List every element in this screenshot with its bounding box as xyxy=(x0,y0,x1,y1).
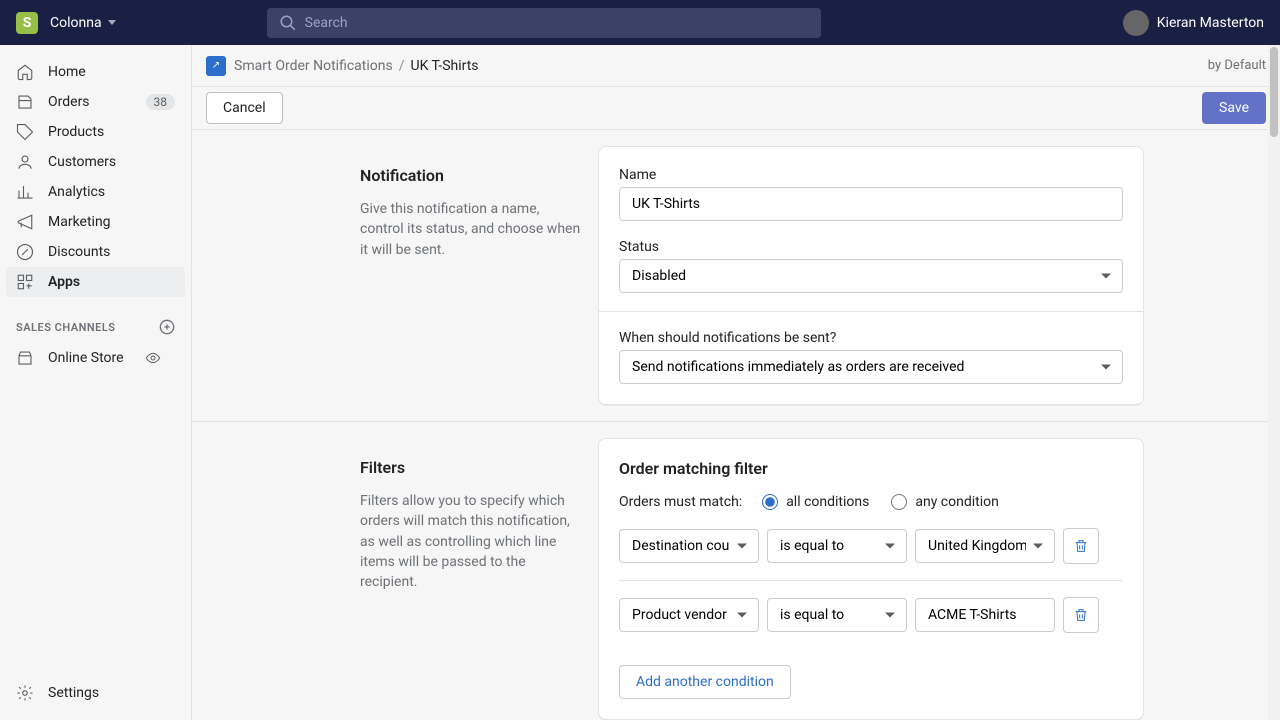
filters-card: Order matching filter Orders must match:… xyxy=(598,438,1144,720)
radio-all-conditions[interactable]: all conditions xyxy=(762,494,869,510)
notification-heading: Notification xyxy=(360,166,582,185)
sidebar-item-settings[interactable]: Settings xyxy=(6,678,185,708)
sidebar-item-label: Home xyxy=(48,64,86,80)
user-menu[interactable]: Kieran Masterton xyxy=(1123,10,1264,36)
add-channel-icon[interactable] xyxy=(159,319,175,335)
breadcrumb-app[interactable]: Smart Order Notifications xyxy=(234,58,393,74)
condition-value-select[interactable]: United Kingdom xyxy=(915,529,1055,563)
status-label: Status xyxy=(619,239,1123,255)
orders-badge: 38 xyxy=(146,94,176,110)
condition-row: Product vendor is equal to xyxy=(619,580,1123,649)
main-content: Smart Order Notifications / UK T-Shirts … xyxy=(192,45,1280,720)
breadcrumb: Smart Order Notifications / UK T-Shirts … xyxy=(192,45,1280,87)
sidebar-item-customers[interactable]: Customers xyxy=(6,147,185,177)
condition-row: Destination country is equal to United K… xyxy=(619,528,1123,580)
breadcrumb-separator: / xyxy=(399,58,405,74)
condition-value-input[interactable] xyxy=(915,598,1055,632)
sidebar-item-label: Analytics xyxy=(48,184,105,200)
status-select[interactable]: Disabled xyxy=(619,259,1123,293)
tag-icon xyxy=(16,123,34,141)
gear-icon xyxy=(16,684,34,702)
search-input[interactable] xyxy=(305,15,809,31)
sidebar-item-label: Marketing xyxy=(48,214,111,230)
search-icon xyxy=(279,14,297,32)
name-label: Name xyxy=(619,167,1123,183)
megaphone-icon xyxy=(16,213,34,231)
notification-card: Name Status Disabled Whe xyxy=(598,146,1144,405)
breadcrumb-author: by Default xyxy=(1208,58,1266,73)
sidebar-item-label: Apps xyxy=(48,274,80,290)
notification-description: Give this notification a name, control i… xyxy=(360,199,582,260)
trash-icon xyxy=(1073,538,1089,554)
trash-icon xyxy=(1073,607,1089,623)
sidebar: Home Orders 38 Products Customers Analyt… xyxy=(0,45,192,720)
breadcrumb-current: UK T-Shirts xyxy=(411,58,479,74)
discount-icon xyxy=(16,243,34,261)
user-name: Kieran Masterton xyxy=(1157,15,1264,31)
store-icon xyxy=(16,349,34,367)
user-icon xyxy=(16,153,34,171)
condition-op-select[interactable]: is equal to xyxy=(767,598,907,632)
scrollbar[interactable] xyxy=(1268,45,1280,720)
sidebar-item-orders[interactable]: Orders 38 xyxy=(6,87,185,117)
when-select[interactable]: Send notifications immediately as orders… xyxy=(619,350,1123,384)
sidebar-item-label: Online Store xyxy=(48,350,124,366)
sales-channels-header: SALES CHANNELS xyxy=(6,311,185,343)
sidebar-item-home[interactable]: Home xyxy=(6,57,185,87)
name-input[interactable] xyxy=(619,187,1123,221)
app-icon xyxy=(206,56,226,76)
sidebar-item-analytics[interactable]: Analytics xyxy=(6,177,185,207)
must-match-label: Orders must match: xyxy=(619,494,742,510)
avatar xyxy=(1123,10,1149,36)
analytics-icon xyxy=(16,183,34,201)
radio-any-condition[interactable]: any condition xyxy=(891,494,999,510)
sidebar-item-label: Discounts xyxy=(48,244,110,260)
filters-heading: Filters xyxy=(360,458,582,477)
filters-description: Filters allow you to specify which order… xyxy=(360,491,582,592)
condition-field-select[interactable]: Product vendor xyxy=(619,598,759,632)
add-condition-button[interactable]: Add another condition xyxy=(619,665,791,699)
apps-icon xyxy=(16,273,34,291)
sidebar-item-label: Products xyxy=(48,124,104,140)
scrollbar-thumb[interactable] xyxy=(1270,47,1278,137)
search-bar[interactable] xyxy=(267,8,821,38)
sidebar-item-label: Settings xyxy=(48,685,99,701)
delete-condition-button[interactable] xyxy=(1063,597,1099,633)
topbar: Colonna Kieran Masterton xyxy=(0,0,1280,45)
sidebar-item-products[interactable]: Products xyxy=(6,117,185,147)
condition-field-select[interactable]: Destination country xyxy=(619,529,759,563)
save-button[interactable]: Save xyxy=(1202,92,1266,124)
match-heading: Order matching filter xyxy=(619,459,1123,478)
condition-op-select[interactable]: is equal to xyxy=(767,529,907,563)
action-bar: Cancel Save xyxy=(192,87,1280,130)
when-label: When should notifications be sent? xyxy=(619,330,1123,346)
sidebar-item-label: Orders xyxy=(48,94,90,110)
sidebar-item-online-store[interactable]: Online Store xyxy=(6,343,185,373)
shop-name[interactable]: Colonna xyxy=(50,15,102,31)
sidebar-item-apps[interactable]: Apps xyxy=(6,267,185,297)
sidebar-item-label: Customers xyxy=(48,154,116,170)
sidebar-item-discounts[interactable]: Discounts xyxy=(6,237,185,267)
cancel-button[interactable]: Cancel xyxy=(206,92,283,124)
chevron-down-icon[interactable] xyxy=(108,20,116,25)
sidebar-item-marketing[interactable]: Marketing xyxy=(6,207,185,237)
home-icon xyxy=(16,63,34,81)
orders-icon xyxy=(16,93,34,111)
delete-condition-button[interactable] xyxy=(1063,528,1099,564)
eye-icon[interactable] xyxy=(145,350,161,366)
shopify-logo-icon xyxy=(16,12,38,34)
